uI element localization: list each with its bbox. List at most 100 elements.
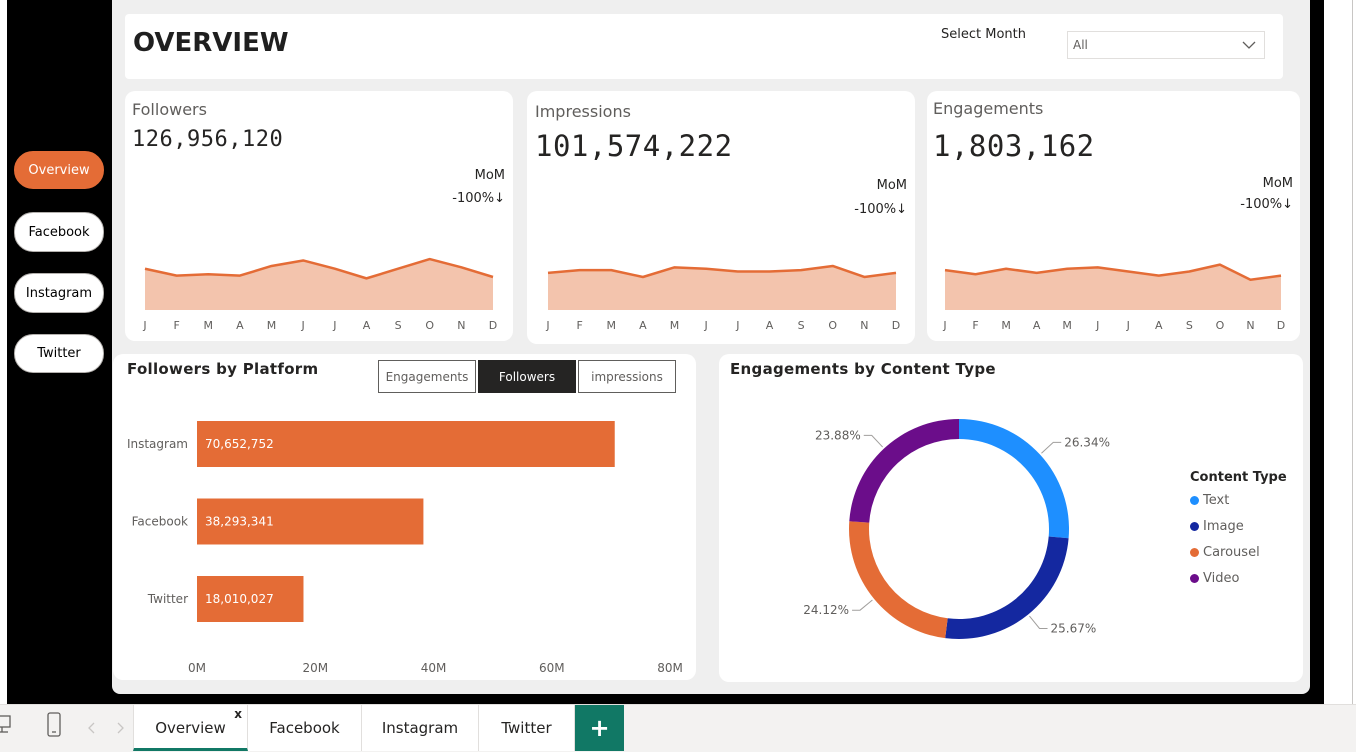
x-tick-label: J [1095,319,1099,332]
legend-item[interactable]: Text [1190,493,1229,508]
x-tick-label: J [1126,319,1130,332]
legend-item[interactable]: Image [1190,519,1244,534]
x-tick-label: N [1246,319,1254,332]
legend-marker [1190,496,1199,505]
leader-line [863,434,884,448]
toggle-impressions-button[interactable]: impressions [578,360,676,393]
chevron-down-icon [1242,41,1256,49]
leader-line [1041,441,1062,454]
followers-sparkline-area [145,259,493,310]
desktop-view-icon[interactable] [0,714,14,736]
legend-item[interactable]: Carousel [1190,545,1260,560]
followers-sparkline-chart: JFMAMJJASOND [142,257,497,332]
leader-line [852,599,873,611]
tab-facebook-label: Facebook [269,719,340,737]
close-tab-icon[interactable]: x [234,707,242,721]
x-tick-label: D [489,319,497,332]
x-tick-label: 0M [188,661,206,675]
kpi-label-engagements: Engagements [933,99,1044,118]
platform-chart-title: Followers by Platform [127,360,319,378]
slice-text [959,419,1069,539]
content-donut-chart: 26.34% 25.67% 24.12% 23.88% [803,419,1110,639]
x-tick-label: M [267,319,277,332]
content-chart-title: Engagements by Content Type [730,360,996,378]
nav-instagram-button[interactable]: Instagram [14,273,104,313]
x-tick-label: M [204,319,214,332]
slice-carousel [849,521,948,639]
data-label: 38,293,341 [205,515,274,529]
leader-line [1029,615,1048,629]
kpi-mom-label-followers: MoM [474,168,505,183]
x-tick-label: 60M [539,661,565,675]
tab-instagram[interactable]: Instagram [362,705,479,751]
x-tick-label: J [332,319,336,332]
x-tick-label: O [828,319,837,332]
nav-overview-button[interactable]: Overview [14,151,104,189]
scroll-right-icon[interactable] [116,722,124,734]
mobile-view-icon[interactable] [46,712,64,738]
nav-twitter-label: Twitter [37,346,81,361]
x-tick-label: 80M [657,661,683,675]
x-tick-label: 20M [302,661,328,675]
toggle-engagements-label: Engagements [385,369,469,384]
kpi-value-followers: 126,956,120 [132,127,284,152]
nav-twitter-button[interactable]: Twitter [14,334,104,373]
filter-label: Select Month [941,27,1026,42]
slice-video [849,419,959,523]
x-tick-label: S [798,319,805,332]
tab-facebook[interactable]: Facebook [248,705,362,751]
toggle-engagements-button[interactable]: Engagements [378,360,476,393]
legend-label: Video [1203,571,1240,586]
x-tick-label: S [395,319,402,332]
month-dropdown[interactable]: All [1067,31,1265,59]
x-tick-label: D [892,319,900,332]
tab-twitter-label: Twitter [501,719,552,737]
x-tick-label: M [1062,319,1072,332]
kpi-value-impressions: 101,574,222 [535,129,733,163]
x-tick-label: J [301,319,305,332]
kpi-mom-label-impressions: MoM [876,178,907,193]
category-label: Facebook [132,515,188,529]
kpi-mom-value-engagements: -100%↓ [1240,197,1293,212]
tab-twitter[interactable]: Twitter [479,705,575,751]
legend-title: Content Type [1190,470,1287,485]
x-tick-label: J [545,319,549,332]
x-tick-label: F [173,319,179,332]
toggle-followers-button[interactable]: Followers [478,360,576,393]
category-label: Instagram [127,437,188,451]
data-label: 24.12% [803,603,849,617]
x-tick-label: O [425,319,434,332]
kpi-label-followers: Followers [132,100,207,119]
x-tick-label: J [142,319,146,332]
nav-overview-label: Overview [28,162,90,178]
kpi-mom-value-followers: -100%↓ [452,191,505,206]
x-tick-label: N [860,319,868,332]
add-page-button[interactable]: + [575,705,624,751]
x-tick-label: M [607,319,617,332]
tab-overview[interactable]: Overview x [133,705,248,751]
legend-item[interactable]: Video [1190,571,1239,586]
legend-label: Text [1203,493,1230,508]
month-dropdown-value: All [1073,38,1088,52]
legend-label: Carousel [1203,545,1260,560]
scroll-left-icon[interactable] [88,722,96,734]
x-tick-label: J [735,319,739,332]
legend-label: Image [1203,519,1244,534]
x-tick-label: F [576,319,582,332]
x-tick-label: A [1155,319,1163,332]
x-tick-label: J [704,319,708,332]
x-tick-label: A [639,319,647,332]
data-label: 26.34% [1064,435,1110,449]
legend-marker [1190,548,1199,557]
engagements-sparkline-chart: JFMAMJJASOND [942,263,1285,332]
x-tick-label: O [1216,319,1225,332]
toggle-impressions-label: impressions [591,369,663,384]
nav-facebook-button[interactable]: Facebook [14,212,104,252]
tab-overview-label: Overview [155,718,226,737]
kpi-value-engagements: 1,803,162 [933,129,1095,163]
legend-marker [1190,522,1199,531]
kpi-label-impressions: Impressions [535,102,631,121]
x-tick-label: S [1186,319,1193,332]
kpi-mom-label-engagements: MoM [1262,176,1293,191]
toggle-followers-label: Followers [498,369,556,384]
